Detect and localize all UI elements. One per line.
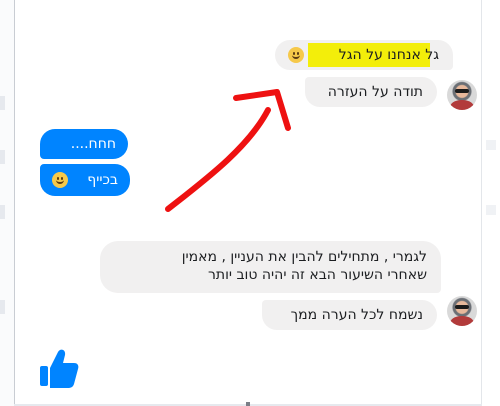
chat-window: גל אנחנו על הגל תודה על העזרה חחח.... בכ… [0,0,500,406]
thumbs-up-icon[interactable] [38,346,80,390]
